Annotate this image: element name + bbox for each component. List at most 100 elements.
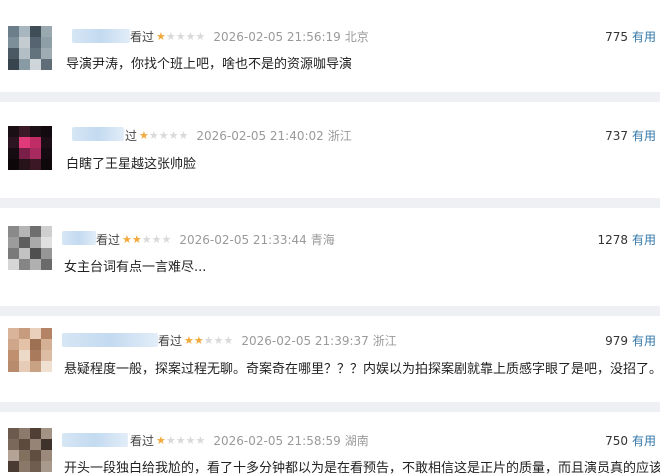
avatar-pixel: [30, 226, 41, 237]
comment-meta: 看过 ★ ★★★★ 2026-02-05 21:58:59 湖南: [130, 432, 369, 449]
rating-stars: ★★★★★: [184, 334, 234, 347]
avatar-pixel: [30, 428, 41, 439]
useful-button[interactable]: 有用: [632, 129, 656, 143]
watch-status: 看过: [96, 233, 121, 247]
avatar-pixel: [19, 226, 30, 237]
username-blurred[interactable]: [72, 29, 130, 43]
avatar-pixel: [19, 439, 30, 450]
avatar-pixel: [8, 37, 19, 48]
watch-status: 看过: [130, 30, 155, 44]
avatar-pixel: [19, 26, 30, 37]
avatar-pixel: [41, 159, 52, 170]
avatar-pixel: [8, 461, 19, 472]
avatar-pixel: [41, 461, 52, 472]
avatar-pixel: [30, 259, 41, 270]
avatar-pixel: [41, 328, 52, 339]
avatar-pixel: [30, 248, 41, 259]
watch-status: 过: [125, 129, 138, 143]
avatar-pixel: [30, 361, 41, 372]
username-blurred[interactable]: [62, 333, 158, 347]
avatar-pixel: [19, 148, 30, 159]
avatar-pixel: [19, 126, 30, 137]
comment-location: 北京: [344, 30, 369, 44]
avatar-pixel: [19, 59, 30, 70]
avatar-pixel: [30, 37, 41, 48]
avatar-pixel: [8, 259, 19, 270]
comment-item: 看过 ★★ ★★★ 2026-02-05 21:33:44 青海 1278 有用 女…: [0, 208, 660, 306]
avatar-pixel: [8, 137, 19, 148]
vote-count: 737: [605, 129, 628, 143]
avatar-pixel: [41, 339, 52, 350]
watch-status: 看过: [130, 434, 155, 448]
avatar[interactable]: [8, 328, 52, 372]
avatar-pixel: [41, 137, 52, 148]
avatar-pixel: [30, 328, 41, 339]
vote-block: 979 有用: [605, 332, 656, 349]
avatar-pixel: [8, 237, 19, 248]
avatar-pixel: [8, 350, 19, 361]
comment-text: 开头一段独白给我尬的，看了十多分钟都以为是在看预告，不敢相信这是正片的质量，而且…: [64, 461, 660, 476]
comment-time: 2026-02-05 21:58:59: [213, 433, 341, 448]
vote-block: 750 有用: [605, 432, 656, 449]
avatar-pixel: [8, 48, 19, 59]
avatar-pixel: [30, 48, 41, 59]
avatar[interactable]: [8, 428, 52, 472]
avatar-pixel: [19, 159, 30, 170]
comment-text: 白瞎了王星越这张帅脸: [66, 157, 197, 172]
avatar-pixel: [19, 248, 30, 259]
avatar-pixel: [41, 226, 52, 237]
avatar[interactable]: [8, 26, 52, 70]
avatar-pixel: [8, 226, 19, 237]
avatar-pixel: [41, 450, 52, 461]
username-blurred[interactable]: [72, 127, 124, 141]
avatar-pixel: [30, 439, 41, 450]
comment-location: 浙江: [327, 129, 352, 143]
avatar-pixel: [8, 26, 19, 37]
avatar-pixel: [41, 350, 52, 361]
username-blurred[interactable]: [62, 231, 96, 245]
avatar-pixel: [30, 339, 41, 350]
separator: [0, 198, 660, 208]
avatar-pixel: [41, 37, 52, 48]
useful-button[interactable]: 有用: [632, 434, 656, 448]
avatar-pixel: [41, 59, 52, 70]
avatar-pixel: [30, 237, 41, 248]
useful-button[interactable]: 有用: [632, 334, 656, 348]
comment-item: 看过 ★ ★★★★ 2026-02-05 21:56:19 北京 775 有用 导演…: [0, 0, 660, 90]
avatar-pixel: [8, 328, 19, 339]
avatar-pixel: [8, 148, 19, 159]
comment-time: 2026-02-05 21:33:44: [179, 232, 307, 247]
comment-text: 悬疑程度一般，探案过程无聊。奇案奇在哪里？？？内娱以为拍探案剧就靠上质感字眼了是…: [64, 362, 660, 377]
comment-time: 2026-02-05 21:39:37: [241, 333, 369, 348]
avatar-pixel: [30, 350, 41, 361]
useful-button[interactable]: 有用: [632, 233, 656, 247]
avatar-pixel: [41, 361, 52, 372]
avatar-pixel: [41, 126, 52, 137]
avatar[interactable]: [8, 126, 52, 170]
rating-stars: ★★★★★: [122, 233, 172, 246]
avatar-pixel: [41, 237, 52, 248]
watch-status: 看过: [158, 334, 183, 348]
separator: [0, 402, 660, 412]
comment-item: 看过 ★★ ★★★ 2026-02-05 21:39:37 浙江 979 有用 悬疑…: [0, 316, 660, 402]
avatar-pixel: [19, 339, 30, 350]
rating-stars: ★★★★★: [156, 434, 206, 447]
vote-count: 979: [605, 334, 628, 348]
avatar-pixel: [19, 37, 30, 48]
username-blurred[interactable]: [62, 433, 128, 447]
avatar-pixel: [19, 361, 30, 372]
avatar-pixel: [30, 159, 41, 170]
comment-time: 2026-02-05 21:40:02: [196, 128, 324, 143]
separator: [0, 306, 660, 316]
avatar-pixel: [19, 350, 30, 361]
comment-location: 青海: [310, 233, 335, 247]
comment-meta: 看过 ★ ★★★★ 2026-02-05 21:56:19 北京: [130, 28, 369, 45]
avatar-pixel: [41, 248, 52, 259]
avatar-pixel: [41, 48, 52, 59]
avatar-pixel: [8, 450, 19, 461]
avatar-pixel: [41, 148, 52, 159]
avatar[interactable]: [8, 226, 52, 270]
comment-time: 2026-02-05 21:56:19: [213, 29, 341, 44]
separator: [0, 92, 660, 102]
useful-button[interactable]: 有用: [632, 30, 656, 44]
